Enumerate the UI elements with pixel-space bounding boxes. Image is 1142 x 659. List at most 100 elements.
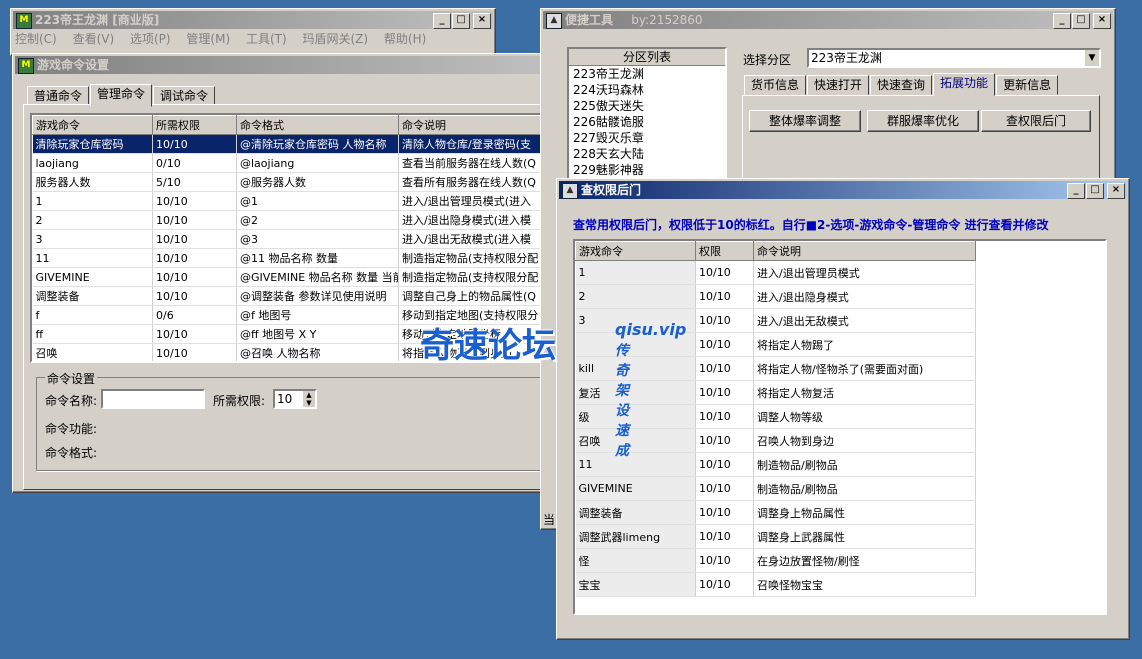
server-list-header: 分区列表 [569, 49, 725, 66]
cmd-table-frame: 游戏命令 所需权限 命令格式 命令说明 清除玩家仓库密码 10/10 @清除玩家仓库密码 … [30, 113, 548, 363]
table-cell: 移动到指定地图(支持权限分 [398, 305, 546, 325]
table-row[interactable]: kill 10/10 将指定人物/怪物杀了(需要面对面) [575, 356, 976, 381]
tab-debug-commands[interactable]: 调试命令 [153, 86, 216, 106]
table-cell: 10/10 [695, 524, 754, 549]
tab-admin-commands[interactable]: 管理命令 [90, 84, 153, 107]
tab-quick-query[interactable]: 快速查询 [870, 75, 933, 95]
minimize-button[interactable]: _ [1067, 183, 1085, 199]
server-list-item[interactable]: 223帝王龙渊 [569, 66, 725, 82]
main-menubar: 控制(C) 查看(V) 选项(P) 管理(M) 工具(T) 玛盾网关(Z) 帮助… [11, 29, 495, 49]
tab-quick-open[interactable]: 快速打开 [807, 75, 870, 95]
cmd-name-input[interactable] [101, 389, 205, 409]
server-list-item[interactable]: 229魅影神器 [569, 162, 725, 178]
backdoor-table: 游戏命令 权限 命令说明 1 10/10 进入/退出管理员模式 2 10/10 进入/退出隐身… [575, 241, 976, 597]
tool-window-titlebar[interactable]: ▲ 便捷工具 by:2152860 _ □ × [543, 11, 1113, 29]
minimize-button[interactable]: _ [433, 13, 451, 29]
table-row[interactable]: 2 10/10 进入/退出隐身模式 [575, 284, 976, 309]
server-list-item[interactable]: 226骷髅诡服 [569, 114, 725, 130]
maximize-button[interactable]: □ [452, 13, 470, 29]
table-row[interactable]: 调整装备 10/10 调整身上物品属性 [575, 500, 976, 525]
minimize-button[interactable]: _ [1053, 13, 1071, 29]
table-row[interactable]: GIVEMINE 10/10 @GIVEMINE 物品名称 数量 当前 制造指定物品(… [32, 267, 546, 287]
table-row[interactable]: 3 10/10 进入/退出无敌模式 [575, 308, 976, 333]
menu-view[interactable]: 查看(V) [73, 32, 115, 46]
table-cell: 10/10 [695, 572, 754, 597]
maximize-button[interactable]: □ [1086, 183, 1104, 199]
server-select[interactable]: 223帝王龙渊 ▼ [807, 48, 1101, 68]
column-header[interactable]: 权限 [695, 241, 754, 261]
column-header[interactable]: 命令说明 [398, 115, 546, 135]
column-header[interactable]: 命令格式 [236, 115, 399, 135]
table-cell: 10/10 [695, 380, 754, 405]
table-row[interactable]: 10/10 将指定人物踢了 [575, 332, 976, 357]
main-window-titlebar[interactable]: M 223帝王龙渊 [商业版] _ □ × [13, 11, 493, 29]
close-button[interactable]: × [473, 13, 491, 29]
table-cell: 10/10 [695, 332, 754, 357]
column-header[interactable]: 游戏命令 [575, 241, 696, 261]
table-row[interactable]: 2 10/10 @2 进入/退出隐身模式(进入模 [32, 210, 546, 230]
table-row[interactable]: laojiang 0/10 @laojiang 查看当前服务器在线人数(Q [32, 153, 546, 173]
table-cell: 制造物品/刷物品 [753, 452, 976, 477]
table-row[interactable]: 召唤 10/10 召唤人物到身边 [575, 428, 976, 453]
table-row[interactable]: f 0/6 @f 地图号 移动到指定地图(支持权限分 [32, 305, 546, 325]
table-cell: laojiang [32, 153, 153, 173]
table-row[interactable]: 复活 10/10 将指定人物复活 [575, 380, 976, 405]
table-cell: 将指定人物召唤到身边 [398, 343, 546, 361]
tool-app-icon: ▲ [562, 183, 578, 199]
drop-rate-adjust-button[interactable]: 整体爆率调整 [749, 110, 861, 132]
server-list-item[interactable]: 228天玄大陆 [569, 146, 725, 162]
column-header[interactable]: 命令说明 [753, 241, 976, 261]
table-row[interactable]: 1 10/10 @1 进入/退出管理员模式(进入 [32, 191, 546, 211]
close-button[interactable]: × [1093, 13, 1111, 29]
menu-tools[interactable]: 工具(T) [246, 32, 287, 46]
maximize-button[interactable]: □ [1072, 13, 1090, 29]
column-header[interactable]: 游戏命令 [32, 115, 153, 135]
check-backdoor-button[interactable]: 查权限后门 [981, 110, 1091, 132]
chevron-down-icon[interactable]: ▼ [1085, 50, 1099, 66]
menu-options[interactable]: 选项(P) [130, 32, 171, 46]
table-row[interactable]: 调整装备 10/10 @调整装备 参数详见使用说明 调整自己身上的物品属性(Q [32, 286, 546, 306]
spinner-icon[interactable]: ▲ ▼ [303, 391, 315, 407]
backdoor-window: ▲ 查权限后门 _ □ × 查常用权限后门，权限低于10的标红。自行■2-选项-… [556, 178, 1130, 640]
table-cell: 2 [575, 284, 696, 309]
tool-app-icon: ▲ [546, 13, 562, 29]
cmd-window-titlebar[interactable]: M 游戏命令设置 [15, 56, 551, 74]
table-row[interactable]: 调整武器limeng 10/10 调整身上武器属性 [575, 524, 976, 549]
table-row[interactable]: 召唤 10/10 @召唤 人物名称 将指定人物召唤到身边 [32, 343, 546, 361]
table-row[interactable]: 级 10/10 调整人物等级 [575, 404, 976, 429]
backdoor-window-title: 查权限后门 [581, 183, 642, 197]
table-row[interactable]: 3 10/10 @3 进入/退出无敌模式(进入模 [32, 229, 546, 249]
menu-control[interactable]: 控制(C) [15, 32, 57, 46]
tab-extensions[interactable]: 拓展功能 [933, 73, 996, 96]
table-row[interactable]: GIVEMINE 10/10 制造物品/刷物品 [575, 476, 976, 501]
tab-updates[interactable]: 更新信息 [996, 75, 1059, 95]
table-row[interactable]: 清除玩家仓库密码 10/10 @清除玩家仓库密码 人物名称 清除人物仓库/登录密码(支 [32, 134, 546, 154]
column-header[interactable]: 所需权限 [152, 115, 237, 135]
table-cell: @调整装备 参数详见使用说明 [236, 286, 399, 306]
cmd-perm-input[interactable]: 10 ▲ ▼ [273, 389, 317, 409]
table-row[interactable]: 宝宝 10/10 召唤怪物宝宝 [575, 572, 976, 597]
table-row[interactable]: 10/10@ 人物名称跟踪指定人物(支持权限分 [33, 363, 549, 364]
server-list-item[interactable]: 225傲天迷失 [569, 98, 725, 114]
group-drop-optimize-button[interactable]: 群服爆率优化 [867, 110, 979, 132]
table-cell: 怪 [575, 548, 696, 573]
table-row[interactable]: 11 10/10 制造物品/刷物品 [575, 452, 976, 477]
table-row[interactable]: 服务器人数 5/10 @服务器人数 查看所有服务器在线人数(Q [32, 172, 546, 192]
menu-manage[interactable]: 管理(M) [186, 32, 230, 46]
server-list-item[interactable]: 224沃玛森林 [569, 82, 725, 98]
table-row[interactable]: 1 10/10 进入/退出管理员模式 [575, 260, 976, 285]
server-list-item[interactable]: 227毁灭乐章 [569, 130, 725, 146]
close-button[interactable]: × [1107, 183, 1125, 199]
tab-currency[interactable]: 货币信息 [744, 75, 807, 95]
table-cell: @2 [236, 210, 399, 230]
backdoor-window-titlebar[interactable]: ▲ 查权限后门 _ □ × [559, 181, 1127, 199]
tool-window-author: by:2152860 [631, 13, 703, 27]
table-row[interactable]: ff 10/10 @ff 地图号 X Y 移动到指定地图坐标 [32, 324, 546, 344]
table-cell: 3 [32, 229, 153, 249]
menu-help[interactable]: 帮助(H) [384, 32, 426, 46]
menu-gateway[interactable]: 玛盾网关(Z) [303, 32, 369, 46]
table-row[interactable]: 怪 10/10 在身边放置怪物/刷怪 [575, 548, 976, 573]
tab-normal-commands[interactable]: 普通命令 [27, 86, 90, 106]
backdoor-notice: 查常用权限后门，权限低于10的标红。自行■2-选项-游戏命令-管理命令 进行查看… [573, 218, 1049, 232]
table-row[interactable]: 11 10/10 @11 物品名称 数量 制造指定物品(支持权限分配 [32, 248, 546, 268]
